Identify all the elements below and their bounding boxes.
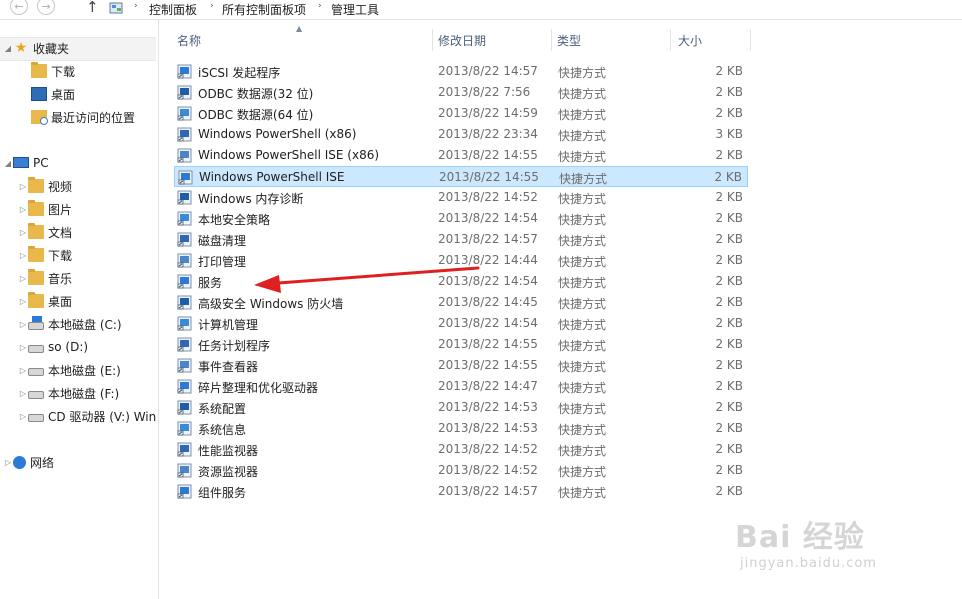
watermark: Bai 经验 (735, 520, 865, 555)
annotation-arrow (254, 266, 480, 293)
watermark-url: jingyan.baidu.com (740, 556, 877, 571)
